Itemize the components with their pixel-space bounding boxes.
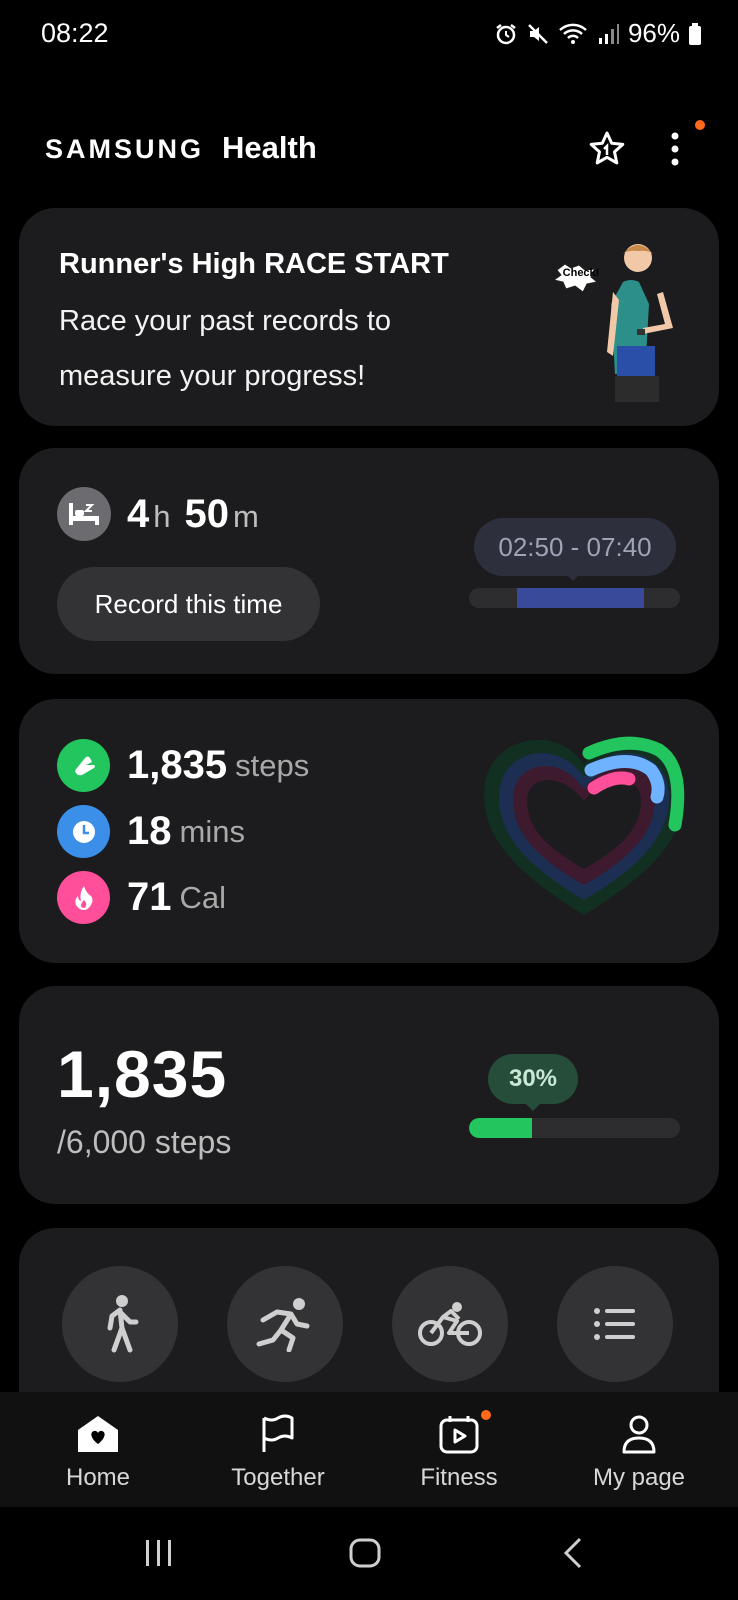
activity-steps-row: 1,835 steps: [57, 739, 309, 792]
running-icon: [256, 1298, 310, 1352]
steps-icon: [57, 739, 110, 792]
person-icon: [617, 1412, 661, 1456]
sleep-time-range: 02:50 - 07:40: [474, 518, 676, 576]
sleep-card[interactable]: 4 h 50 m Record this time 02:50 - 07:40: [19, 448, 719, 674]
wifi-icon: [559, 23, 587, 44]
steps-progress-bar: [469, 1118, 680, 1138]
nav-home[interactable]: Home: [18, 1412, 178, 1492]
steps-goal: /6,000 steps: [57, 1124, 232, 1160]
cal-value: 71: [127, 875, 172, 919]
signal-icon: [598, 23, 619, 44]
nav-my-page-label: My page: [592, 1464, 686, 1491]
activity-mins-row: 18 mins: [57, 805, 245, 858]
nav-together[interactable]: Together: [198, 1412, 358, 1492]
sleep-timeline-fill: [517, 588, 644, 608]
list-icon: [594, 1308, 635, 1340]
battery-icon: [689, 22, 701, 45]
walking-icon: [107, 1295, 139, 1353]
bottom-navigation: Home Together Fitness My page: [0, 1392, 738, 1507]
nav-my-page[interactable]: My page: [559, 1412, 719, 1492]
activity-cal-row: 71 Cal: [57, 871, 226, 924]
sleep-timeline-bar: [469, 588, 680, 608]
home-square-icon: [349, 1538, 381, 1568]
app-logo: SAMSUNG Health: [45, 130, 317, 166]
promo-bubble-text: Check!: [563, 267, 600, 279]
steps-unit: steps: [235, 747, 310, 783]
sleep-pill-pointer: [564, 572, 582, 581]
brand-health: Health: [222, 130, 317, 165]
fitness-video-icon: [437, 1410, 491, 1456]
flag-icon: [256, 1412, 300, 1456]
cycling-workout-button[interactable]: [392, 1266, 508, 1382]
status-bar: 08:22 96%: [0, 0, 738, 70]
mute-icon: [528, 23, 548, 44]
workout-shortcuts-card: [19, 1228, 719, 1392]
promo-title: Runner's High RACE START: [59, 248, 449, 280]
nav-together-label: Together: [231, 1464, 325, 1491]
cycling-icon: [418, 1302, 482, 1346]
chevron-left-icon: [563, 1537, 582, 1569]
steps-percent-badge: 30%: [488, 1054, 578, 1104]
more-vertical-icon: [671, 132, 679, 166]
app-header: SAMSUNG Health: [0, 110, 738, 190]
clock-icon: [57, 805, 110, 858]
sleep-hours-unit: h: [153, 499, 171, 534]
battery-percent: 96%: [627, 18, 680, 48]
steps-card[interactable]: 1,835 /6,000 steps 30%: [19, 986, 719, 1204]
sleep-duration: 4 h 50 m: [127, 492, 269, 537]
nav-home-label: Home: [65, 1464, 131, 1491]
steps-progress-fill: [469, 1118, 533, 1138]
alarm-icon: [496, 23, 516, 44]
star-icon: [589, 131, 625, 165]
flame-icon: [57, 871, 110, 924]
steps-count: 1,835: [57, 1037, 228, 1111]
notification-dot: [695, 120, 705, 130]
fitness-notification-dot: [481, 1410, 491, 1420]
promo-text: Race your past records to measure your p…: [59, 305, 392, 392]
nav-fitness[interactable]: Fitness: [379, 1410, 539, 1492]
record-this-time-button[interactable]: Record this time: [57, 567, 320, 641]
runner-illustration: Check!: [555, 244, 673, 402]
recent-apps-icon: [146, 1540, 171, 1566]
activity-heart-rings: [484, 736, 685, 915]
running-workout-button[interactable]: [227, 1266, 343, 1382]
system-navigation-bar: [0, 1507, 738, 1600]
mins-value: 18: [127, 809, 172, 853]
nav-fitness-label: Fitness: [420, 1464, 498, 1491]
more-options-button[interactable]: [650, 124, 700, 174]
sleep-minutes-unit: m: [233, 499, 259, 534]
more-workouts-button[interactable]: [557, 1266, 673, 1382]
brand-samsung: SAMSUNG: [45, 134, 205, 164]
cal-unit: Cal: [179, 879, 227, 915]
status-time: 08:22: [41, 18, 109, 48]
sleep-icon: [57, 487, 111, 541]
steps-percent-pointer: [524, 1102, 542, 1111]
home-icon: [76, 1412, 120, 1456]
mins-unit: mins: [179, 813, 245, 849]
sleep-minutes: 50: [184, 492, 230, 536]
steps-value: 1,835: [127, 743, 228, 787]
recent-apps-button[interactable]: [129, 1531, 189, 1575]
runners-high-promo-card[interactable]: Runner's High RACE START Race your past …: [19, 208, 719, 426]
status-icons: 96%: [494, 18, 702, 49]
home-system-button[interactable]: [335, 1531, 395, 1575]
daily-activity-card[interactable]: 1,835 steps 18 mins 71 Cal: [19, 699, 719, 963]
walking-workout-button[interactable]: [62, 1266, 178, 1382]
favorites-button[interactable]: [582, 124, 632, 174]
back-button[interactable]: [543, 1531, 603, 1575]
sleep-hours: 4: [127, 492, 150, 536]
